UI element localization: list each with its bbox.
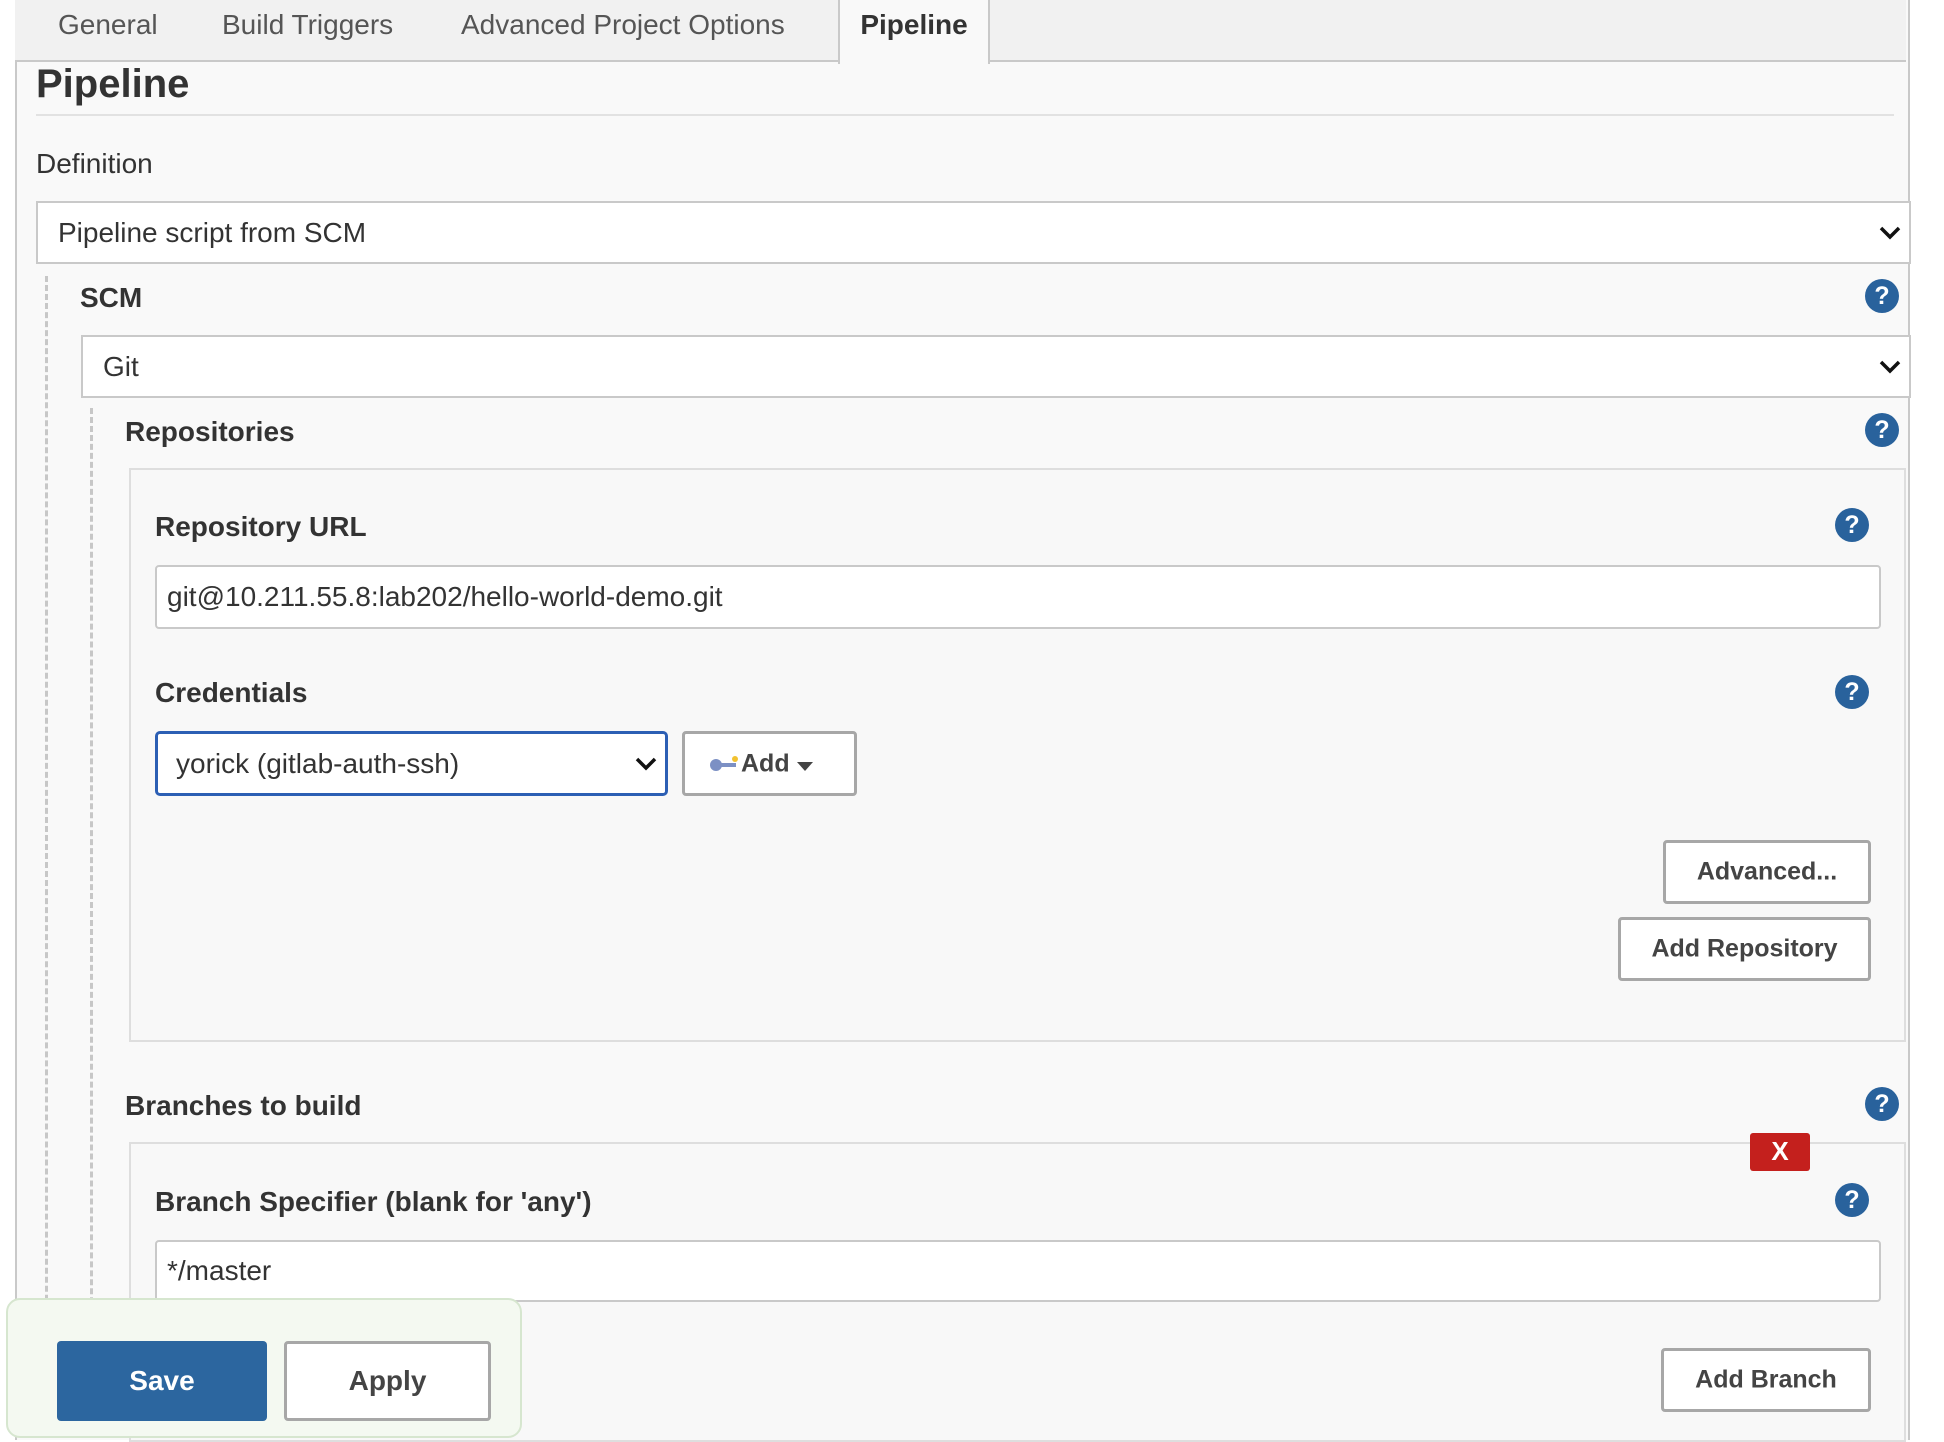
key-icon <box>710 756 738 771</box>
branch-specifier-help-icon[interactable]: ? <box>1835 1183 1869 1217</box>
scm-help-icon[interactable]: ? <box>1865 279 1899 313</box>
repositories-label: Repositories <box>125 416 295 447</box>
apply-button[interactable]: Apply <box>284 1341 491 1421</box>
branch-specifier-input[interactable]: */master <box>155 1240 1881 1302</box>
tab-advanced-project-options[interactable]: Advanced Project Options <box>461 0 785 62</box>
add-branch-button-label: Add Branch <box>1695 1365 1837 1394</box>
branch-specifier-label: Branch Specifier (blank for 'any') <box>155 1186 592 1217</box>
tab-build-triggers[interactable]: Build Triggers <box>222 0 393 62</box>
add-repository-button-label: Add Repository <box>1651 934 1838 963</box>
credentials-label: Credentials <box>155 677 308 708</box>
scm-select-value: Git <box>103 350 139 382</box>
page-title: Pipeline <box>36 62 190 106</box>
section-divider <box>36 114 1894 116</box>
save-button[interactable]: Save <box>57 1341 267 1421</box>
branch-specifier-value: */master <box>167 1255 272 1286</box>
repository-url-help-icon[interactable]: ? <box>1835 508 1869 542</box>
repository-url-input[interactable]: git@10.211.55.8:lab202/hello-world-demo.… <box>155 565 1881 629</box>
credentials-help-icon[interactable]: ? <box>1835 675 1869 709</box>
repository-url-label: Repository URL <box>155 511 367 542</box>
repositories-help-icon[interactable]: ? <box>1865 413 1899 447</box>
scm-nesting-line <box>90 408 93 1438</box>
add-branch-button[interactable]: Add Branch <box>1661 1348 1871 1412</box>
advanced-button[interactable]: Advanced... <box>1663 840 1871 904</box>
branches-label: Branches to build <box>125 1090 362 1121</box>
branches-help-icon[interactable]: ? <box>1865 1087 1899 1121</box>
add-credentials-label: Add <box>741 749 790 777</box>
definition-label: Definition <box>36 148 153 179</box>
scm-select[interactable]: Git <box>81 335 1911 398</box>
delete-branch-button[interactable]: X <box>1750 1133 1810 1171</box>
definition-nesting-line <box>45 276 48 1436</box>
repository-url-value: git@10.211.55.8:lab202/hello-world-demo.… <box>167 581 723 612</box>
credentials-select[interactable]: yorick (gitlab-auth-ssh) <box>155 731 668 796</box>
scm-label: SCM <box>80 282 143 313</box>
definition-select[interactable]: Pipeline script from SCM <box>36 201 1911 264</box>
add-credentials-button[interactable]: Add <box>682 731 857 796</box>
definition-select-value: Pipeline script from SCM <box>58 216 367 248</box>
chevron-down-icon <box>635 757 657 770</box>
tab-general[interactable]: General <box>58 0 158 62</box>
credentials-select-value: yorick (gitlab-auth-ssh) <box>176 747 460 779</box>
chevron-down-icon <box>1879 226 1901 239</box>
tab-pipeline[interactable]: Pipeline <box>838 0 990 64</box>
advanced-button-label: Advanced... <box>1696 857 1838 886</box>
caret-down-icon <box>797 762 813 771</box>
add-repository-button[interactable]: Add Repository <box>1618 917 1871 981</box>
chevron-down-icon <box>1879 360 1901 373</box>
